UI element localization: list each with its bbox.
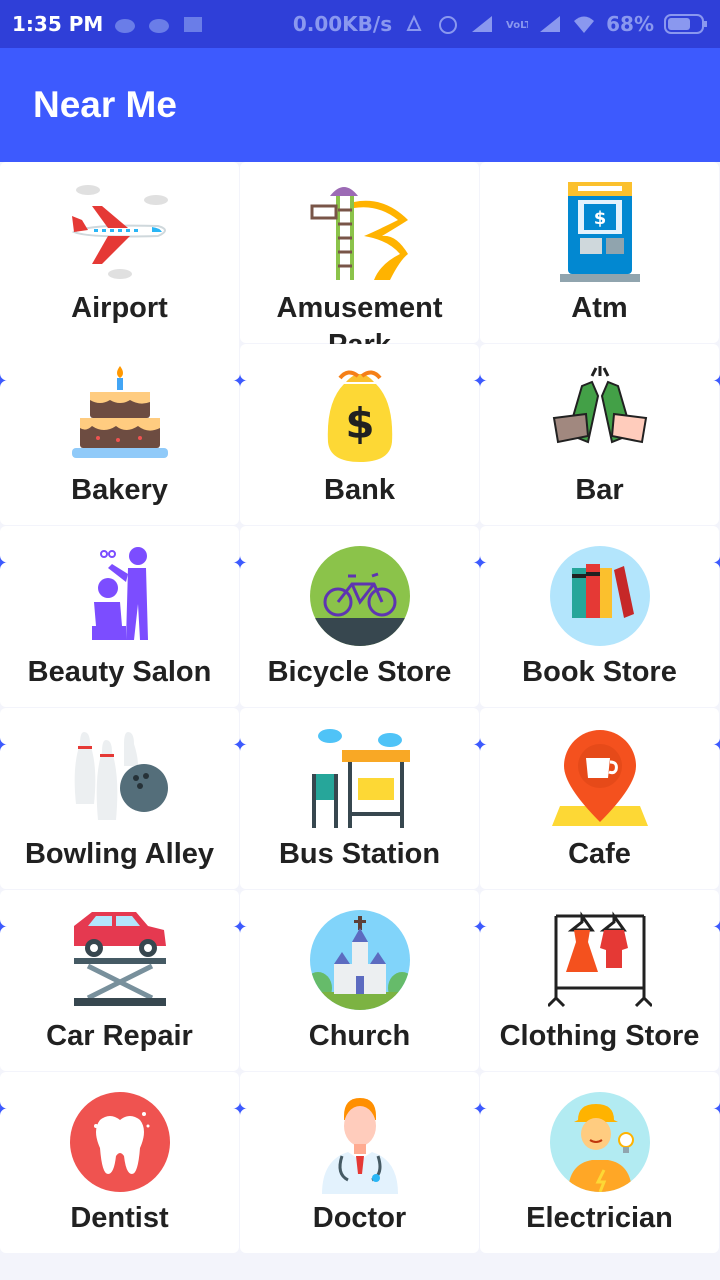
place-tile-bowling-alley[interactable]: Bowling Alley [0,708,239,889]
place-tile-bar[interactable]: Bar [480,344,719,525]
coffee-pin-icon [548,726,652,830]
tooth-icon [68,1090,172,1194]
signal-icon [540,16,561,32]
place-tile-bank[interactable]: $ Bank [240,344,479,525]
place-label: Beauty Salon [27,656,212,688]
atm-icon: $ [548,180,652,284]
place-tile-bakery[interactable]: Bakery [0,344,239,525]
battery-percent: 68% [606,12,654,36]
notification-icon [184,17,203,32]
place-label: Clothing Store [499,1020,700,1052]
airplane-icon [68,180,172,284]
wifi-icon [574,16,595,33]
place-tile-dentist[interactable]: Dentist [0,1072,239,1253]
status-time: 1:35 PM [12,12,104,36]
android-icon [115,19,136,33]
place-tile-doctor[interactable]: Doctor [240,1072,479,1253]
place-tile-car-repair[interactable]: Car Repair [0,890,239,1071]
place-label: Bowling Alley [24,838,215,870]
bicycle-icon [308,544,412,648]
place-label: Bakery [71,474,168,506]
electrician-icon [548,1090,652,1194]
place-label: Bar [575,474,624,506]
church-icon [308,908,412,1012]
place-label: Bus Station [278,838,441,870]
battery-charging-icon [664,14,707,34]
place-label: Book Store [522,656,677,688]
volte-icon: VoLTE [506,20,528,31]
place-tile-beauty-salon[interactable]: Beauty Salon [0,526,239,707]
place-label: Doctor [312,1202,407,1234]
place-label: Bicycle Store [267,656,452,688]
status-left: 1:35 PM [12,12,205,36]
signal-icon [472,16,493,32]
place-label: Electrician [526,1202,673,1234]
toolbar: Near Me [0,48,720,162]
books-icon [548,544,652,648]
place-label: Church [308,1020,411,1052]
place-label: Bank [324,474,395,506]
bus-stop-icon [308,726,412,830]
doctor-icon [308,1090,412,1194]
alarm-icon [439,16,458,34]
place-tile-cafe[interactable]: Cafe [480,708,719,889]
beer-toast-icon [548,362,652,466]
place-tile-clothing-store[interactable]: Clothing Store [480,890,719,1071]
place-label: Cafe [568,838,631,870]
place-tile-book-store[interactable]: Book Store [480,526,719,707]
place-label: Airport [71,292,168,324]
place-tile-bicycle-store[interactable]: Bicycle Store [240,526,479,707]
status-right: 0.00KB/s VoLTE 68% [293,12,708,36]
place-label: Car Repair [46,1020,193,1052]
place-tile-atm[interactable]: $ Atm [480,162,719,343]
bowling-icon [68,726,172,830]
cake-icon [68,362,172,466]
hairdresser-icon [68,544,172,648]
place-tile-church[interactable]: Church [240,890,479,1071]
places-grid: Airport Amusement Park $ [0,162,720,1280]
status-bar: 1:35 PM 0.00KB/s VoLTE 68% [0,0,720,48]
android-icon [149,19,170,33]
slide-icon [308,180,412,284]
svg-text:$: $ [593,208,606,229]
car-lift-icon [68,908,172,1012]
place-label: Dentist [70,1202,169,1234]
network-speed: 0.00KB/s [292,12,393,36]
page-title: Near Me [33,84,177,125]
place-label: Atm [571,292,628,324]
clothes-rack-icon [547,908,652,1012]
svg-text:VoLTE: VoLTE [506,20,528,31]
svg-text:$: $ [345,399,374,448]
place-tile-amusement-park[interactable]: Amusement Park [240,162,479,361]
place-tile-electrician[interactable]: Electrician [480,1072,719,1253]
money-bag-icon: $ [308,362,412,466]
mute-icon [406,14,422,31]
place-tile-bus-station[interactable]: Bus Station [240,708,479,889]
